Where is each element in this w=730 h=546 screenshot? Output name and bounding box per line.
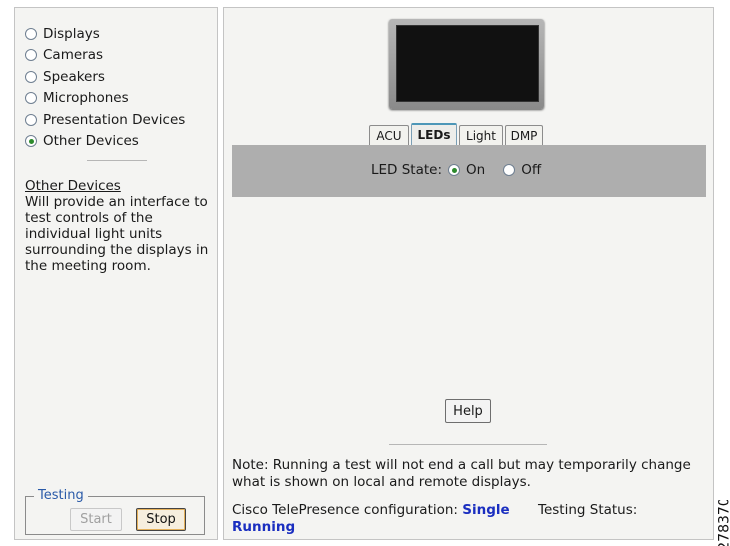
device-selection-panel: Displays Cameras Speakers Microphones Pr…: [14, 7, 218, 540]
info-description: Will provide an interface to test contro…: [25, 194, 209, 274]
status-line: Cisco TelePresence configuration: Single…: [232, 502, 710, 536]
config-value: Single: [462, 502, 510, 518]
testing-legend: Testing: [34, 488, 88, 503]
led-off-label: Off: [521, 162, 542, 178]
start-button[interactable]: Start: [70, 508, 122, 531]
divider: [389, 444, 547, 445]
config-label: Cisco TelePresence configuration:: [232, 502, 458, 518]
radio-button-icon[interactable]: [503, 164, 516, 176]
figure-id: 278370: [716, 500, 730, 546]
display-screen: [396, 25, 539, 102]
tab-leds[interactable]: LEDs: [411, 123, 457, 145]
radio-button-icon[interactable]: [25, 27, 37, 40]
radio-label: Microphones: [43, 90, 129, 107]
tab-light[interactable]: Light: [459, 125, 503, 145]
radio-button-icon[interactable]: [25, 113, 37, 126]
led-controls-area: LED State: On Off: [232, 145, 706, 197]
radio-label: Other Devices: [43, 133, 139, 150]
radio-presentation-devices[interactable]: Presentation Devices: [25, 109, 185, 131]
testing-group: Testing Start Stop: [25, 488, 205, 535]
radio-button-checked-icon[interactable]: [448, 164, 461, 176]
tab-acu[interactable]: ACU: [369, 125, 409, 145]
radio-button-icon[interactable]: [25, 92, 37, 105]
led-state-label: LED State:: [371, 162, 443, 178]
figure-id-text: 278370: [716, 500, 730, 546]
radio-label: Presentation Devices: [43, 111, 186, 128]
radio-button-icon[interactable]: [25, 49, 37, 62]
radio-button-icon[interactable]: [25, 70, 37, 83]
divider: [87, 160, 147, 161]
tab-dmp[interactable]: DMP: [505, 125, 543, 145]
device-radio-list: Displays Cameras Speakers Microphones Pr…: [25, 23, 185, 152]
radio-label: Displays: [43, 25, 100, 42]
radio-displays[interactable]: Displays: [25, 23, 185, 45]
led-off-option[interactable]: Off: [503, 162, 541, 178]
display-monitor-icon: [389, 19, 544, 109]
test-panel: ACU LEDs Light DMP LED State: On Off Hel…: [223, 7, 714, 540]
radio-cameras[interactable]: Cameras: [25, 45, 185, 67]
radio-label: Cameras: [43, 47, 104, 64]
note-text: Note: Running a test will not end a call…: [232, 457, 691, 490]
radio-label: Speakers: [43, 68, 105, 85]
led-on-label: On: [466, 162, 486, 178]
led-on-option[interactable]: On: [448, 162, 485, 178]
radio-button-checked-icon[interactable]: [25, 135, 37, 148]
testing-status-label: Testing Status:: [538, 502, 638, 518]
testing-status-value: Running: [232, 519, 296, 535]
led-state-row: LED State: On Off: [371, 162, 559, 178]
radio-other-devices[interactable]: Other Devices: [25, 131, 185, 153]
stop-button[interactable]: Stop: [136, 508, 186, 531]
info-title: Other Devices: [25, 178, 121, 194]
help-button[interactable]: Help: [445, 399, 491, 423]
radio-microphones[interactable]: Microphones: [25, 88, 185, 110]
radio-speakers[interactable]: Speakers: [25, 66, 185, 88]
